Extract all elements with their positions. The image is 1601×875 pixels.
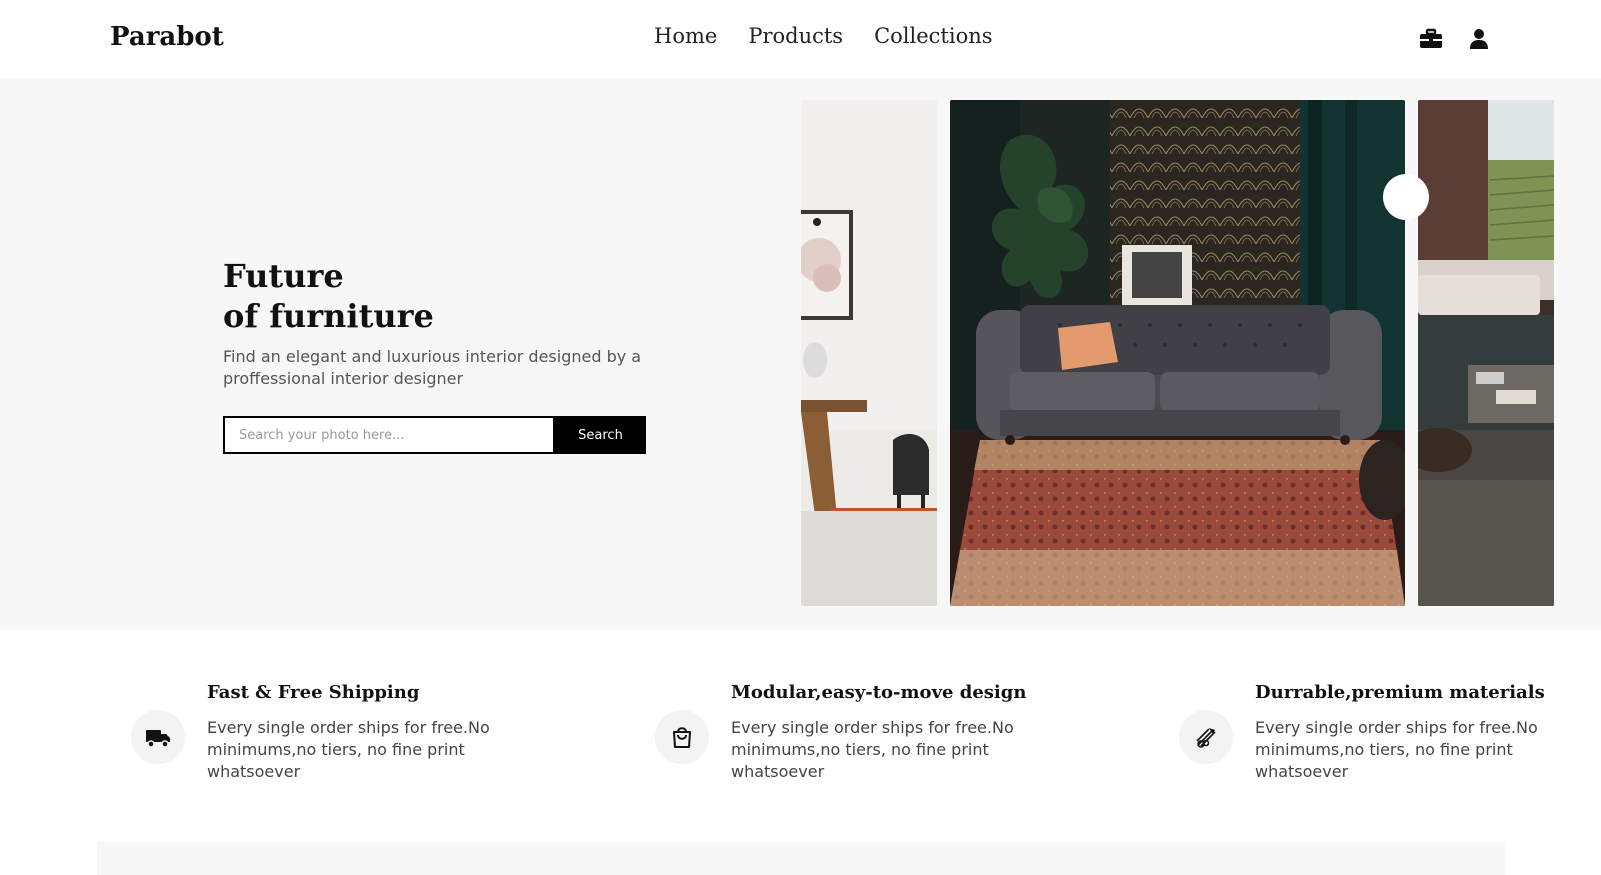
main-nav: Home Products Collections: [654, 24, 993, 48]
site-header: Parabot Home Products Collections: [0, 0, 1601, 78]
feature-text: Every single order ships for free.No min…: [207, 718, 490, 781]
hero-section: Future of furniture Find an elegant and …: [0, 78, 1601, 630]
logo[interactable]: Parabot: [110, 22, 224, 52]
hero-title: Future of furniture: [223, 256, 434, 336]
materials-icon: [1179, 710, 1233, 764]
search-input[interactable]: [223, 416, 555, 454]
carousel-slide-left[interactable]: [801, 100, 937, 606]
photo-search-form: Search: [223, 416, 646, 454]
shopping-bag-icon: [655, 710, 709, 764]
nav-home-link[interactable]: Home: [654, 24, 717, 48]
nav-products-link[interactable]: Products: [748, 24, 843, 48]
carousel-indicator[interactable]: [1383, 174, 1429, 220]
feature-title: Durrable,premium materials: [1255, 682, 1545, 703]
hero-subtitle: Find an elegant and luxurious interior d…: [223, 347, 642, 388]
feature-shipping: Fast & Free Shipping Every single order …: [131, 680, 501, 790]
next-section-band: [97, 842, 1505, 875]
feature-design: Modular,easy-to-move design Every single…: [655, 680, 1027, 790]
feature-materials: Durrable,premium materials Every single …: [1179, 680, 1549, 790]
carousel-slide-main[interactable]: [950, 100, 1405, 606]
carousel-slide-right[interactable]: [1418, 100, 1554, 606]
hero-title-line2: of furniture: [223, 297, 434, 335]
hero-title-line1: Future: [223, 257, 344, 295]
feature-title: Fast & Free Shipping: [207, 682, 420, 703]
feature-text: Every single order ships for free.No min…: [1255, 718, 1538, 781]
nav-collections-link[interactable]: Collections: [874, 24, 992, 48]
user-icon[interactable]: [1466, 27, 1492, 51]
briefcase-icon[interactable]: [1418, 27, 1444, 51]
feature-text: Every single order ships for free.No min…: [731, 718, 1014, 781]
feature-title: Modular,easy-to-move design: [731, 682, 1027, 703]
truck-icon: [131, 710, 185, 764]
search-button[interactable]: Search: [555, 416, 646, 454]
